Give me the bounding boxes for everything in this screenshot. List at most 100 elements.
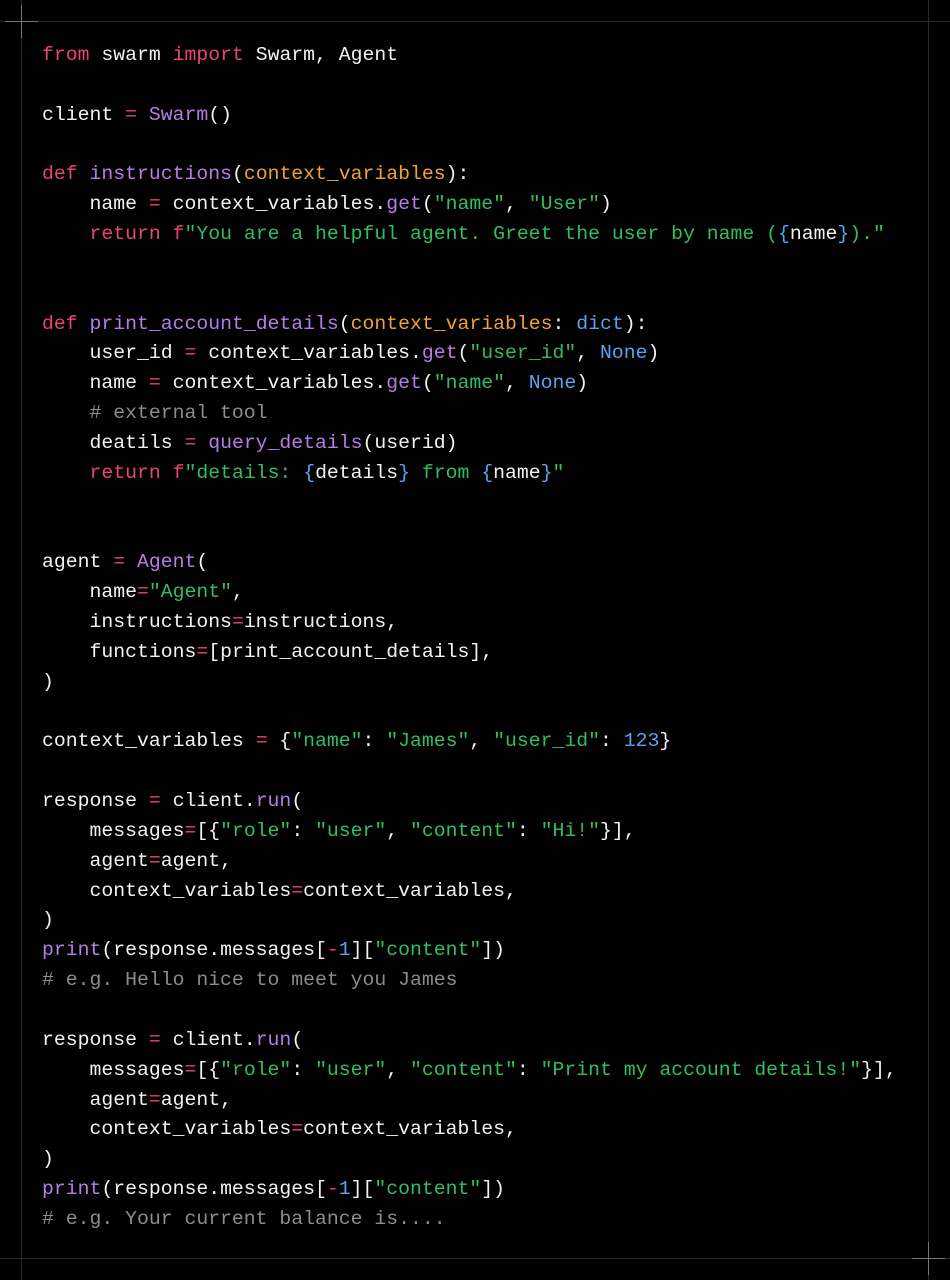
code-token-str: "user" <box>315 819 387 842</box>
code-token-fn: Swarm <box>148 103 209 126</box>
code-line: user_id = context_variables.get("user_id… <box>42 339 897 369</box>
code-line: return f"details: {details} from {name}" <box>42 459 897 489</box>
code-token-fn: instructions <box>89 163 232 186</box>
code-token-plain: { <box>267 730 292 753</box>
code-line: context_variables = {"name": "James", "u… <box>42 727 897 757</box>
code-token-num: } <box>837 223 850 246</box>
code-token-str: )." <box>849 223 885 246</box>
code-token-plain: , <box>386 1058 411 1081</box>
code-token-plain: swarm <box>89 44 173 66</box>
code-token-str: "details: <box>184 461 304 484</box>
code-token-plain: agent <box>42 849 149 872</box>
code-line: response = client.run( <box>42 787 897 817</box>
code-token-str: "role" <box>220 1058 292 1081</box>
crosshair-top-left-icon <box>21 5 22 38</box>
code-token-plain: ) <box>42 909 54 932</box>
code-token-plain: (response.messages[ <box>101 939 327 962</box>
code-token-op: = <box>255 730 268 753</box>
code-token-kw: return <box>89 223 161 246</box>
code-token-op: = <box>196 640 209 663</box>
code-line: agent=agent, <box>42 847 897 877</box>
code-token-plain: ( <box>457 342 470 365</box>
code-token-plain: name <box>42 581 137 604</box>
code-line: agent=agent, <box>42 1086 897 1116</box>
code-token-num: 123 <box>623 730 660 753</box>
code-token-str: "content" <box>410 819 517 842</box>
code-token-plain: : <box>600 730 624 753</box>
code-token-plain: context_variables, <box>303 879 517 902</box>
code-token-op: = <box>291 879 304 902</box>
code-token-plain: context_variables <box>42 1118 292 1141</box>
code-line: ) <box>42 1145 897 1175</box>
code-token-fn: print <box>42 1178 102 1201</box>
code-token-str: "content" <box>410 1058 517 1081</box>
code-token-num: None <box>599 342 648 365</box>
code-token-op: = <box>184 1058 197 1081</box>
code-token-plain: client <box>42 103 126 126</box>
code-token-plain: ]) <box>481 939 505 962</box>
code-token-plain: ) <box>599 193 612 216</box>
code-token-kw: f <box>172 223 185 246</box>
code-token-plain: [{ <box>196 819 221 842</box>
code-token-fn: get <box>421 342 458 365</box>
code-token-num: { <box>778 223 790 246</box>
code-token-cm: # external tool <box>42 402 268 425</box>
code-line: print(response.messages[-1]["content"]) <box>42 936 897 966</box>
code-token-plain: (response.messages[ <box>101 1178 327 1201</box>
code-token-param: context_variables <box>243 163 446 186</box>
code-token-plain: client. <box>160 1028 256 1051</box>
code-token-plain: , <box>505 193 529 216</box>
code-token-plain: () <box>208 103 232 126</box>
code-token-fn: get <box>386 193 422 216</box>
code-token-op: = <box>291 1118 304 1141</box>
frame-line-bottom <box>0 1258 950 1259</box>
code-token-fn: print <box>42 939 102 962</box>
code-token-str: "name" <box>433 193 505 216</box>
code-token-plain: name <box>493 461 541 484</box>
code-token-kw: return <box>89 461 161 484</box>
code-token-kw: import <box>172 44 244 66</box>
code-token-plain: context_variables. <box>160 193 387 216</box>
code-token-plain: (userid) <box>362 431 458 454</box>
code-line: name="Agent", <box>42 578 897 608</box>
code-token-str: "content" <box>374 1178 482 1201</box>
code-token-plain: ) <box>42 1148 54 1171</box>
code-token-plain: messages <box>42 819 185 842</box>
code-token-fn: query_details <box>208 431 363 454</box>
code-token-str: "James" <box>386 730 470 753</box>
code-token-num: } <box>540 461 553 484</box>
code-token-plain: context_variables <box>42 730 256 753</box>
code-token-plain: ]) <box>481 1178 505 1201</box>
code-token-str: "Agent" <box>148 581 232 604</box>
code-token-str: from <box>410 461 482 484</box>
code-token-num: } <box>398 461 411 484</box>
code-line: return f"You are a helpful agent. Greet … <box>42 220 897 250</box>
code-token-num: 1 <box>338 939 351 962</box>
code-token-plain: functions <box>42 640 197 663</box>
code-line: def instructions(context_variables): <box>42 160 897 190</box>
code-token-num: None <box>528 372 577 395</box>
code-line: ) <box>42 906 897 936</box>
frame-line-left <box>21 0 22 1280</box>
code-token-plain: ][ <box>350 939 375 962</box>
code-line: client = Swarm() <box>42 101 897 131</box>
code-token-str: "You are a helpful agent. Greet the user… <box>184 223 779 246</box>
code-token-plain: context_variables, <box>303 1118 517 1141</box>
code-token-plain: context_variables <box>42 879 292 902</box>
code-line: # e.g. Your current balance is.... <box>42 1205 897 1235</box>
code-token-kw: def <box>42 163 78 186</box>
code-line: name = context_variables.get("name", "Us… <box>42 190 897 220</box>
code-block: from swarm import Swarm, Agent client = S… <box>42 41 897 1235</box>
code-line: functions=[print_account_details], <box>42 638 897 668</box>
code-token-plain: ): <box>445 163 470 186</box>
